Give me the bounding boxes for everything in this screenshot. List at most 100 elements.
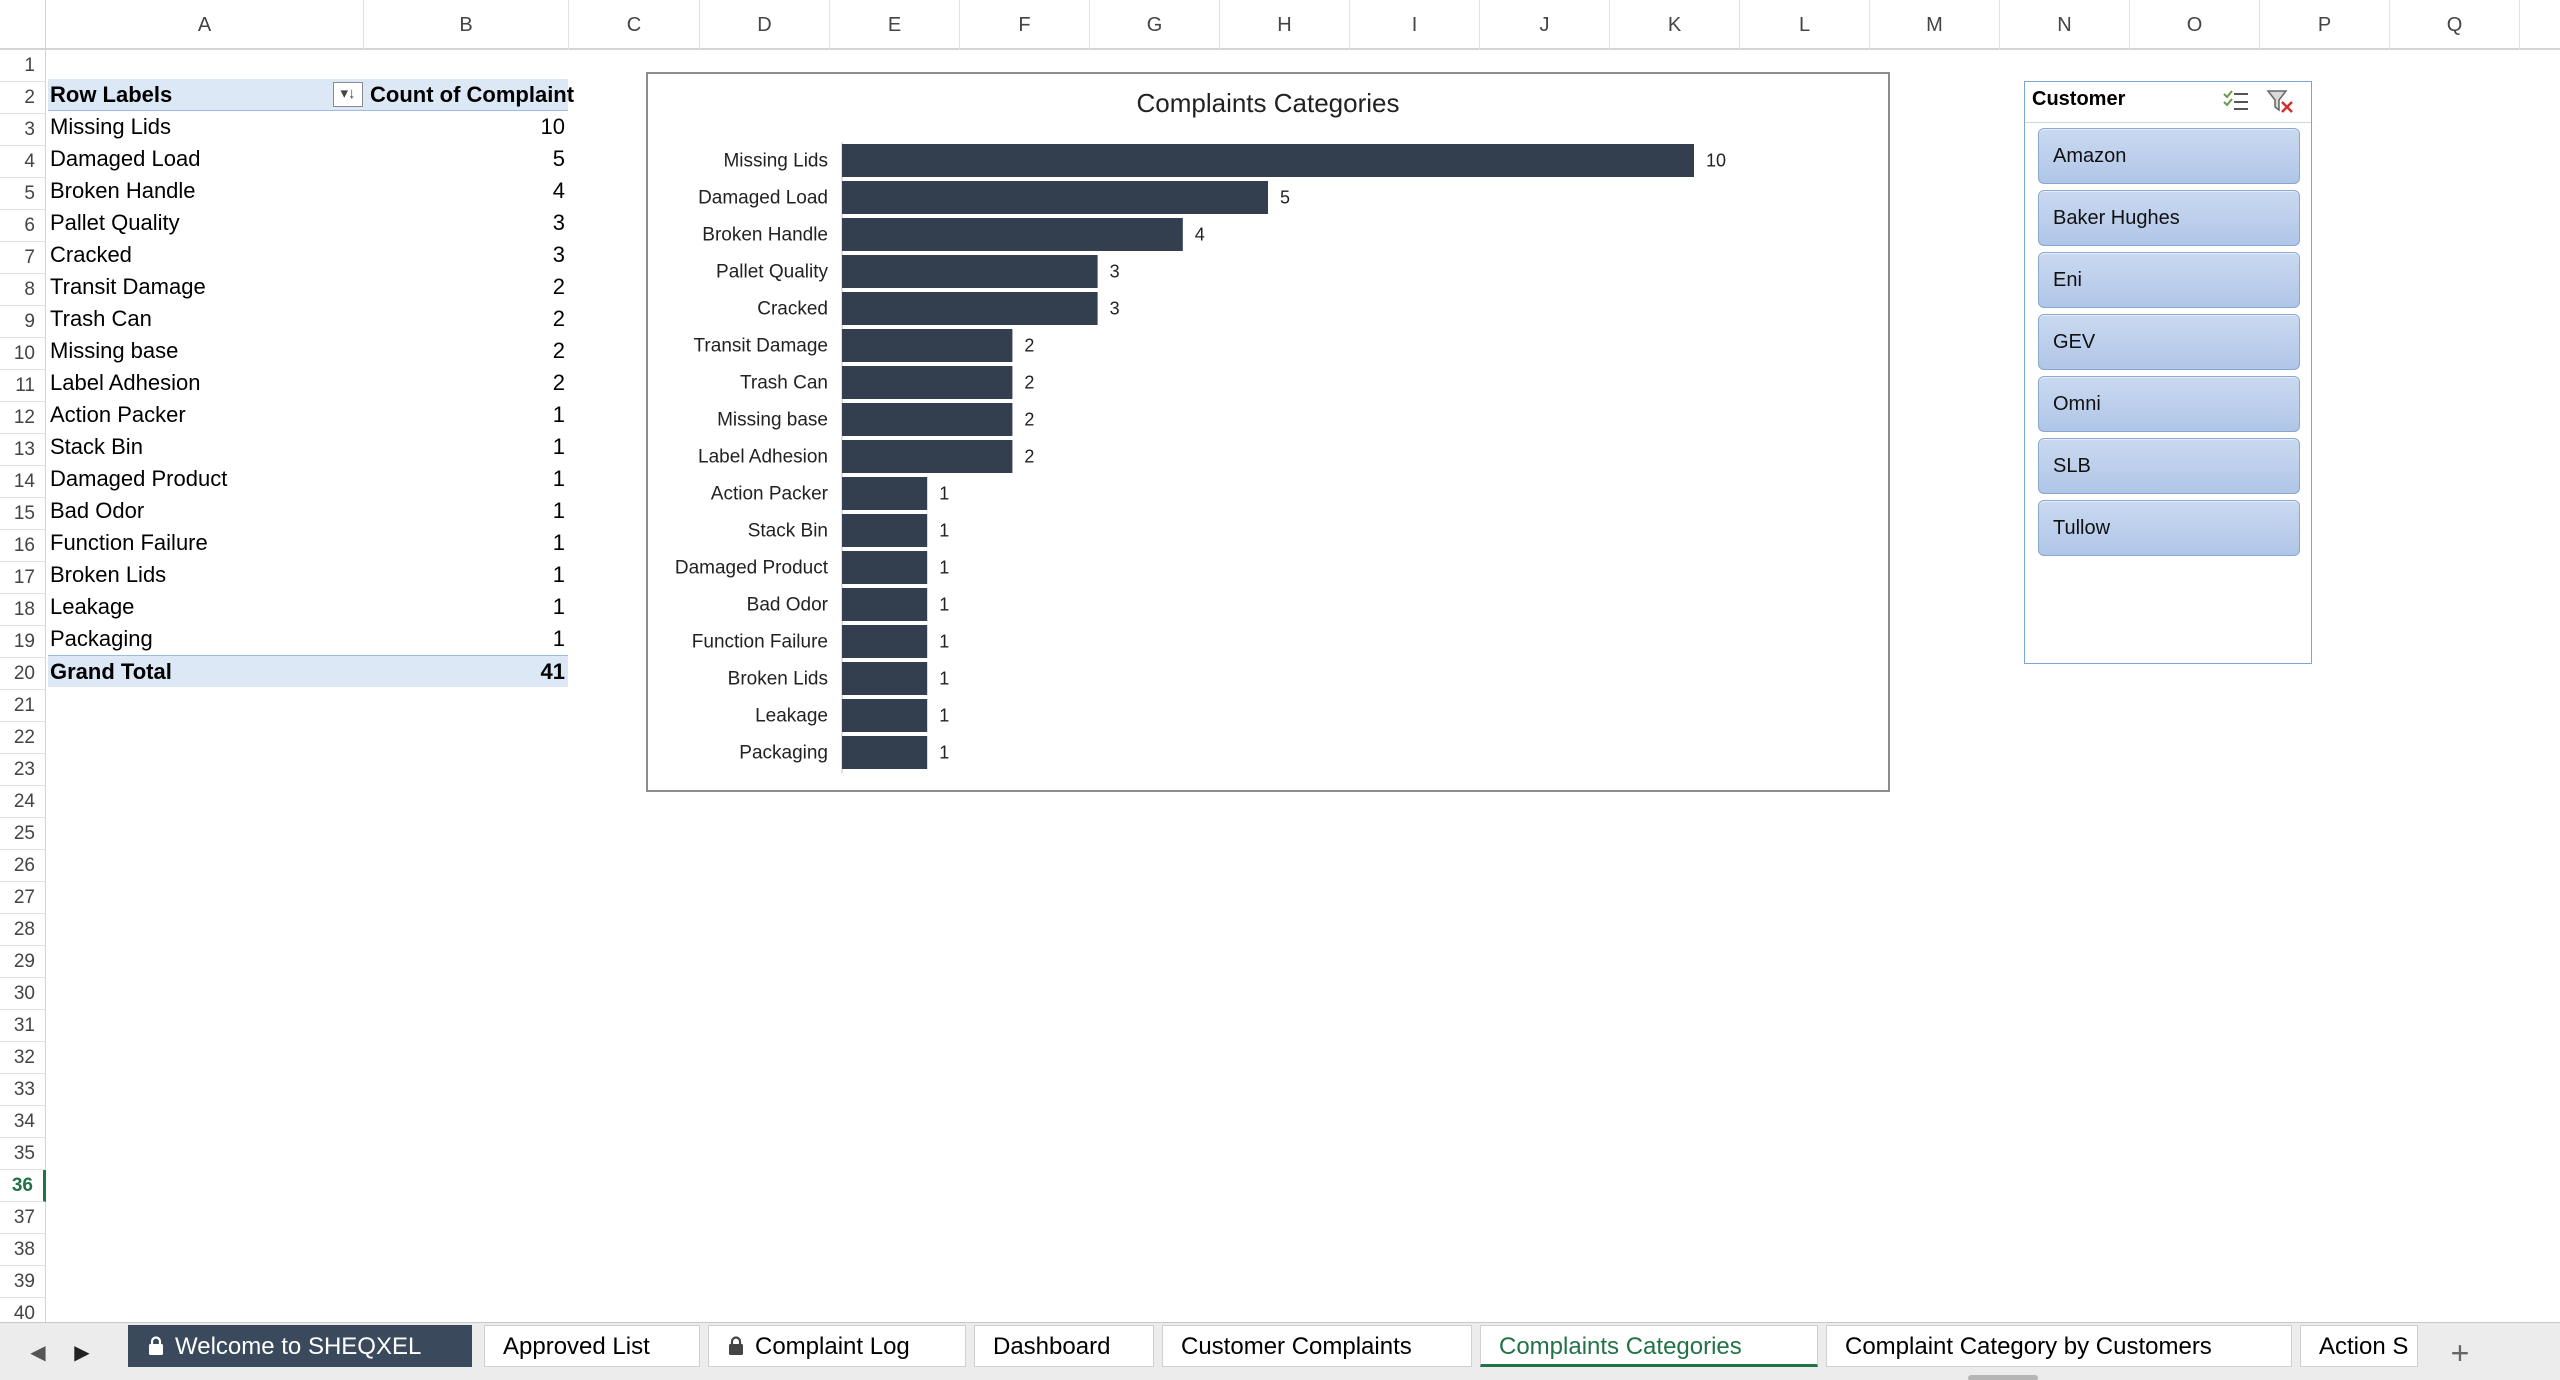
chart-bar[interactable] bbox=[842, 329, 1013, 362]
column-header[interactable]: A bbox=[46, 0, 364, 50]
chart-bar[interactable] bbox=[842, 625, 928, 658]
column-header[interactable]: P bbox=[2260, 0, 2390, 50]
column-header[interactable]: D bbox=[700, 0, 830, 50]
sheet-tab[interactable]: Action S bbox=[2300, 1325, 2418, 1367]
pivot-row[interactable]: Label Adhesion 2 bbox=[48, 367, 568, 399]
row-header[interactable]: 34 bbox=[0, 1106, 46, 1138]
row-header[interactable]: 31 bbox=[0, 1010, 46, 1042]
chart-bar[interactable] bbox=[842, 144, 1694, 177]
customer-slicer[interactable]: Customer Amazon Baker Hughes Eni GEV Omni SLB… bbox=[2024, 81, 2312, 664]
chart-bar[interactable] bbox=[842, 181, 1268, 214]
row-header[interactable]: 20 bbox=[0, 658, 46, 690]
row-header[interactable]: 6 bbox=[0, 210, 46, 242]
pivot-row[interactable]: Trash Can 2 bbox=[48, 303, 568, 335]
sheet-tab[interactable]: Approved List bbox=[484, 1325, 700, 1367]
pivot-row[interactable]: Leakage 1 bbox=[48, 591, 568, 623]
pivot-row[interactable]: Action Packer 1 bbox=[48, 399, 568, 431]
row-header[interactable]: 10 bbox=[0, 338, 46, 370]
column-header[interactable]: K bbox=[1610, 0, 1740, 50]
pivot-row[interactable]: Missing base 2 bbox=[48, 335, 568, 367]
row-header[interactable]: 3 bbox=[0, 114, 46, 146]
chart-bar[interactable] bbox=[842, 403, 1013, 436]
column-header[interactable]: I bbox=[1350, 0, 1480, 50]
chart-bar[interactable] bbox=[842, 366, 1013, 399]
row-header[interactable]: 37 bbox=[0, 1202, 46, 1234]
pivot-row[interactable]: Stack Bin 1 bbox=[48, 431, 568, 463]
row-header[interactable]: 18 bbox=[0, 594, 46, 626]
clear-filter-icon[interactable] bbox=[2265, 88, 2295, 114]
row-header[interactable]: 26 bbox=[0, 850, 46, 882]
pivot-row[interactable]: Damaged Product 1 bbox=[48, 463, 568, 495]
sheet-tab[interactable]: Welcome to SHEQXEL bbox=[128, 1325, 472, 1367]
row-header[interactable]: 4 bbox=[0, 146, 46, 178]
row-header[interactable]: 12 bbox=[0, 402, 46, 434]
slicer-item[interactable]: GEV bbox=[2038, 314, 2300, 370]
row-header[interactable]: 27 bbox=[0, 882, 46, 914]
row-header[interactable]: 9 bbox=[0, 306, 46, 338]
select-all-corner[interactable] bbox=[0, 0, 46, 50]
column-header[interactable]: Q bbox=[2390, 0, 2520, 50]
column-header[interactable]: H bbox=[1220, 0, 1350, 50]
row-header[interactable]: 35 bbox=[0, 1138, 46, 1170]
slicer-item[interactable]: Eni bbox=[2038, 252, 2300, 308]
row-header[interactable]: 11 bbox=[0, 370, 46, 402]
multi-select-icon[interactable] bbox=[2221, 88, 2251, 114]
row-header[interactable]: 17 bbox=[0, 562, 46, 594]
sheet-tab[interactable]: Complaint Log bbox=[708, 1325, 966, 1367]
row-header[interactable]: 2 bbox=[0, 82, 46, 114]
row-header[interactable]: 21 bbox=[0, 690, 46, 722]
pivot-row[interactable]: Broken Handle 4 bbox=[48, 175, 568, 207]
pivot-row[interactable]: Pallet Quality 3 bbox=[48, 207, 568, 239]
row-header[interactable]: 8 bbox=[0, 274, 46, 306]
chart-bar[interactable] bbox=[842, 292, 1098, 325]
sheet-tab[interactable]: Customer Complaints bbox=[1162, 1325, 1472, 1367]
row-header[interactable]: 16 bbox=[0, 530, 46, 562]
pivot-row[interactable]: Broken Lids 1 bbox=[48, 559, 568, 591]
slicer-item[interactable]: Baker Hughes bbox=[2038, 190, 2300, 246]
chart-bar[interactable] bbox=[842, 440, 1013, 473]
column-header[interactable]: G bbox=[1090, 0, 1220, 50]
slicer-item[interactable]: Omni bbox=[2038, 376, 2300, 432]
row-header[interactable]: 24 bbox=[0, 786, 46, 818]
chart-bar[interactable] bbox=[842, 255, 1098, 288]
column-header[interactable]: M bbox=[1870, 0, 2000, 50]
chart-bar[interactable] bbox=[842, 588, 928, 621]
sheet-tab[interactable]: Complaints Categories bbox=[1480, 1325, 1818, 1367]
sheet-tab[interactable]: Dashboard bbox=[974, 1325, 1154, 1367]
row-header[interactable]: 29 bbox=[0, 946, 46, 978]
pivot-row[interactable]: Packaging 1 bbox=[48, 623, 568, 655]
horizontal-scrollbar-thumb[interactable] bbox=[1968, 1375, 2038, 1380]
slicer-item[interactable]: SLB bbox=[2038, 438, 2300, 494]
column-header[interactable]: B bbox=[364, 0, 569, 50]
sort-filter-icon[interactable]: ▾↓ bbox=[333, 82, 363, 107]
chart-bar[interactable] bbox=[842, 736, 928, 769]
pivot-row[interactable]: Missing Lids 10 bbox=[48, 111, 568, 143]
column-header[interactable]: J bbox=[1480, 0, 1610, 50]
chart-bar[interactable] bbox=[842, 551, 928, 584]
pivot-row[interactable]: Transit Damage 2 bbox=[48, 271, 568, 303]
row-header[interactable]: 19 bbox=[0, 626, 46, 658]
row-header[interactable]: 30 bbox=[0, 978, 46, 1010]
row-header[interactable]: 22 bbox=[0, 722, 46, 754]
chart-bar[interactable] bbox=[842, 218, 1183, 251]
column-header[interactable]: E bbox=[830, 0, 960, 50]
row-header[interactable]: 32 bbox=[0, 1042, 46, 1074]
row-header[interactable]: 7 bbox=[0, 242, 46, 274]
column-header[interactable]: C bbox=[569, 0, 700, 50]
row-header[interactable]: 28 bbox=[0, 914, 46, 946]
add-sheet-button[interactable]: + bbox=[2440, 1333, 2480, 1373]
column-header[interactable]: L bbox=[1740, 0, 1870, 50]
sheet-tab[interactable]: Complaint Category by Customers bbox=[1826, 1325, 2292, 1367]
chart-bar[interactable] bbox=[842, 514, 928, 547]
row-header[interactable]: 5 bbox=[0, 178, 46, 210]
row-header[interactable]: 15 bbox=[0, 498, 46, 530]
pivot-row[interactable]: Cracked 3 bbox=[48, 239, 568, 271]
row-header[interactable]: 38 bbox=[0, 1234, 46, 1266]
chart-bar[interactable] bbox=[842, 699, 928, 732]
row-header[interactable]: 25 bbox=[0, 818, 46, 850]
row-header[interactable]: 39 bbox=[0, 1266, 46, 1298]
row-header[interactable]: 13 bbox=[0, 434, 46, 466]
chart-bar[interactable] bbox=[842, 477, 928, 510]
column-header[interactable]: O bbox=[2130, 0, 2260, 50]
chart-bar[interactable] bbox=[842, 662, 928, 695]
